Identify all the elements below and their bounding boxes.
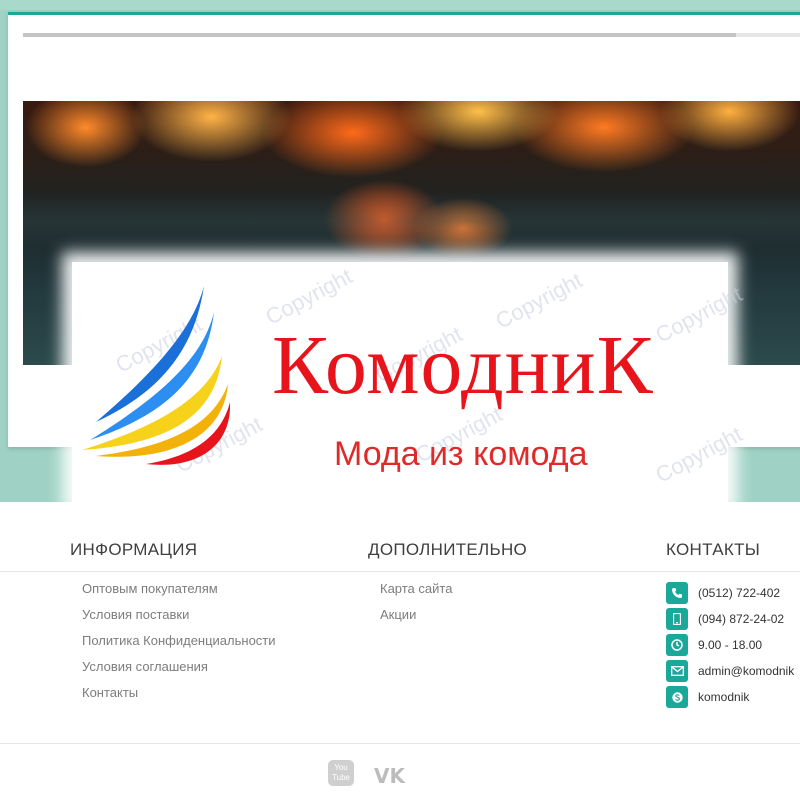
site-logo[interactable]: Copyright Copyright Copyright Copyright … xyxy=(72,262,746,502)
contact-skype[interactable]: komodnik xyxy=(666,684,794,710)
brand-slogan: Мода из комода xyxy=(334,435,588,473)
contact-phone-text: (0512) 722-402 xyxy=(698,586,781,600)
skype-icon xyxy=(666,686,688,708)
mobile-icon xyxy=(666,608,688,630)
banner-meadow xyxy=(23,191,800,251)
contact-list: (0512) 722-402 (094) 872-24-02 9.00 - 18… xyxy=(666,580,794,710)
footer-link-wholesale[interactable]: Оптовым покупателям xyxy=(82,576,276,602)
logo-wings-icon xyxy=(82,286,231,465)
youtube-label-top: You xyxy=(334,763,348,772)
footer-link-contacts[interactable]: Контакты xyxy=(82,680,276,706)
extra-column-title: ДОПОЛНИТЕЛЬНО xyxy=(368,540,528,559)
top-strip xyxy=(0,0,800,10)
contact-mobile[interactable]: (094) 872-24-02 xyxy=(666,606,794,632)
mail-icon xyxy=(666,660,688,682)
brand-name: КомодниК xyxy=(272,319,654,412)
footer-divider xyxy=(0,571,800,572)
contact-skype-text: komodnik xyxy=(698,690,750,704)
extra-links: Карта сайта Акции xyxy=(380,576,452,628)
footer-link-promotions[interactable]: Акции xyxy=(380,602,452,628)
contacts-column-title: КОНТАКТЫ xyxy=(666,540,761,559)
contact-email-text: admin@komodnik xyxy=(698,664,795,678)
contact-hours-text: 9.00 - 18.00 xyxy=(698,638,763,652)
footer-link-sitemap[interactable]: Карта сайта xyxy=(380,576,452,602)
info-column-title: ИНФОРМАЦИЯ xyxy=(70,540,198,559)
loading-progress-fill xyxy=(23,33,737,37)
loading-progress-bar xyxy=(23,33,800,37)
youtube-label-bottom: Tube xyxy=(332,773,350,782)
vk-icon[interactable]: VK xyxy=(374,764,405,788)
contact-mobile-text: (094) 872-24-02 xyxy=(698,612,785,626)
footer-link-privacy-policy[interactable]: Политика Конфиденциальности xyxy=(82,628,276,654)
contact-email[interactable]: admin@komodnik xyxy=(666,658,794,684)
youtube-icon[interactable]: You Tube xyxy=(328,760,354,786)
contact-hours: 9.00 - 18.00 xyxy=(666,632,794,658)
footer-bottom-divider xyxy=(0,743,800,744)
info-links: Оптовым покупателям Условия поставки Пол… xyxy=(82,576,276,706)
clock-icon xyxy=(666,634,688,656)
phone-icon xyxy=(666,582,688,604)
contact-phone[interactable]: (0512) 722-402 xyxy=(666,580,794,606)
footer-link-delivery-terms[interactable]: Условия поставки xyxy=(82,602,276,628)
footer-link-agreement-terms[interactable]: Условия соглашения xyxy=(82,654,276,680)
